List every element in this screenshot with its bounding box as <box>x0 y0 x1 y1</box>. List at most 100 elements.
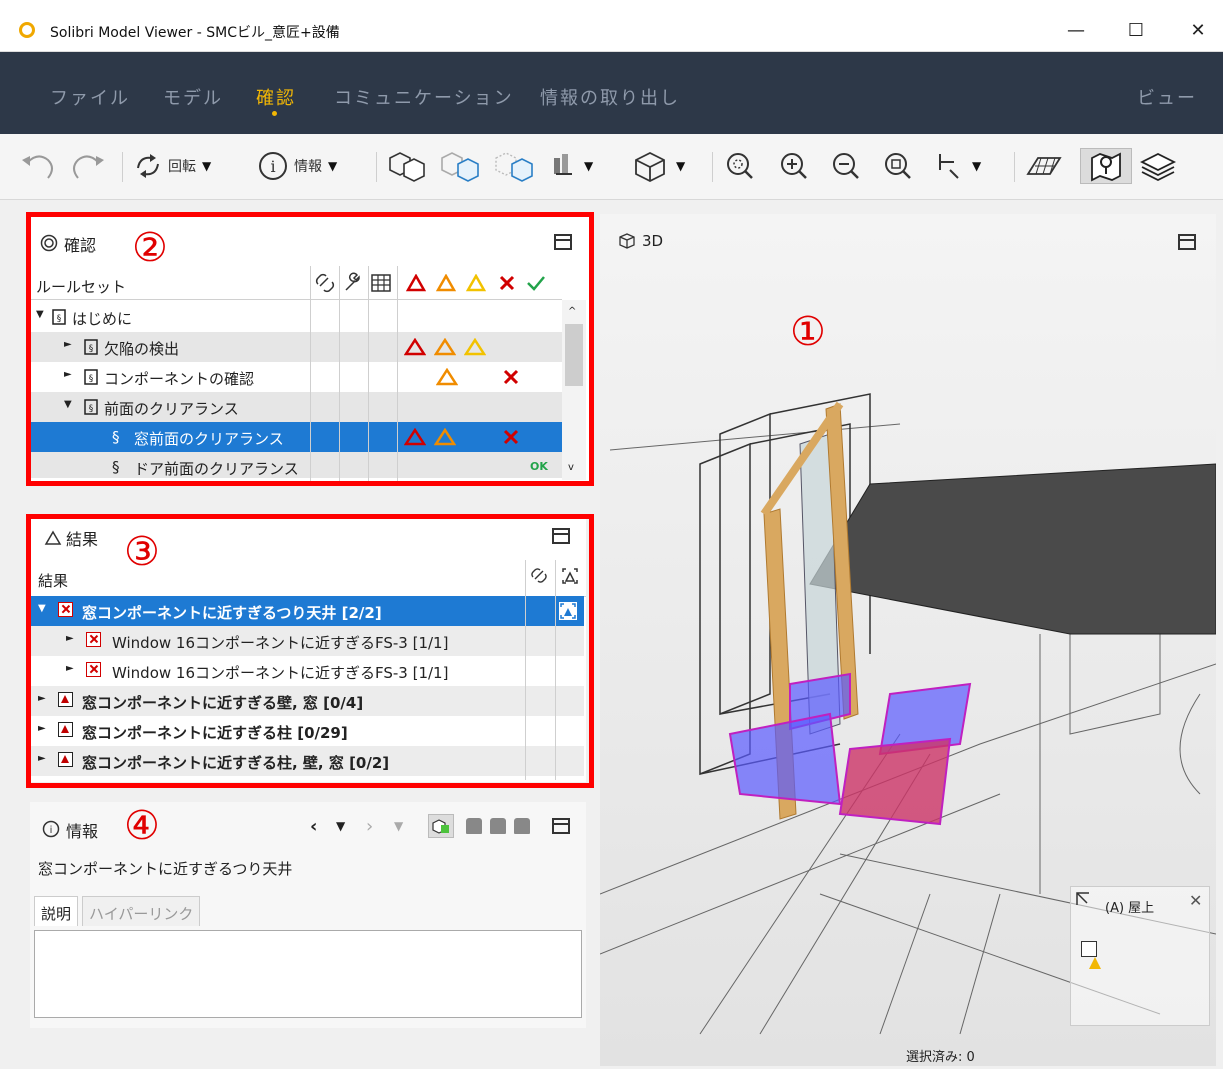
result-row[interactable]: ► Window 16コンポーネントに近すぎるFS-3 [1/1] <box>30 626 584 656</box>
camera-direction-icon <box>1089 957 1101 969</box>
expand-icon[interactable]: ▼ <box>64 399 72 410</box>
minimap[interactable]: (A) 屋上 ✕ <box>1070 886 1210 1026</box>
expand-icon[interactable]: ► <box>64 339 72 350</box>
close-minimap-icon[interactable]: ✕ <box>1189 891 1202 910</box>
svg-text:i: i <box>270 157 275 176</box>
result-group-row[interactable]: ► 窓コンポーネントに近すぎる壁, 窓 [0/4] <box>30 686 584 716</box>
zoom-out-icon[interactable] <box>830 148 862 184</box>
camera-position-icon[interactable] <box>1081 941 1097 957</box>
maximize-panel-icon[interactable] <box>552 818 570 834</box>
info-button[interactable]: i 情報 ▼ <box>258 148 337 184</box>
rule-row-selected[interactable]: § 窓前面のクリアランス <box>30 422 562 452</box>
rejected-result-icon <box>86 632 101 647</box>
expand-icon[interactable]: ► <box>64 369 72 380</box>
menu-information-takeoff[interactable]: 情報の取り出し <box>540 84 680 110</box>
result-label: 窓コンポーネントに近すぎる柱, 壁, 窓 [0/2] <box>82 754 390 772</box>
critical-issue-icon <box>58 722 73 737</box>
expand-icon[interactable]: ► <box>38 753 46 764</box>
ruleset-row[interactable]: ► § コンポーネントの確認 <box>30 362 562 392</box>
bucket-icon[interactable] <box>490 818 506 834</box>
result-label: Window 16コンポーネントに近すぎるFS-3 [1/1] <box>112 664 449 682</box>
maximize-panel-icon[interactable] <box>1178 234 1196 250</box>
tab-hyperlinks[interactable]: ハイパーリンク <box>82 896 201 926</box>
expand-icon[interactable]: ► <box>38 723 46 734</box>
next-icon[interactable]: › <box>366 816 373 837</box>
ruleset-row[interactable]: ▼ § はじめに <box>30 302 562 332</box>
zoom-in-icon[interactable] <box>778 148 810 184</box>
tab-description[interactable]: 説明 <box>34 896 79 926</box>
view-3d-panel[interactable]: 3D ① (A) 屋上 ✕ <box>600 214 1216 1066</box>
maximize-panel-icon[interactable] <box>552 528 570 544</box>
rotate-button[interactable]: 回転 ▼ <box>134 148 211 184</box>
rejected-result-icon <box>503 369 519 385</box>
menu-model[interactable]: モデル <box>163 84 223 110</box>
isolate-selected-icon[interactable] <box>492 148 536 184</box>
minimize-button[interactable]: — <box>1056 14 1096 48</box>
view-cube-icon[interactable]: ▼ <box>630 148 685 184</box>
previous-icon[interactable]: ‹ <box>310 816 317 837</box>
menu-file[interactable]: ファイル <box>50 84 130 110</box>
moderate-result-icon <box>434 428 456 446</box>
floor-plan-map-icon[interactable] <box>1080 148 1132 184</box>
app-logo-icon <box>19 22 35 38</box>
check-grid-scrollbar[interactable]: ^ v <box>562 300 586 480</box>
result-group-row-selected[interactable]: ▼ 窓コンポーネントに近すぎるつり天井 [2/2] <box>30 596 584 626</box>
next-dropdown-icon[interactable]: ▼ <box>394 819 403 833</box>
menu-communication[interactable]: コミュニケーション <box>334 84 514 110</box>
description-textarea[interactable] <box>34 930 582 1018</box>
maximize-panel-icon[interactable] <box>554 234 572 250</box>
ruleset-icon: § <box>52 309 66 325</box>
check-panel-header: 確認 <box>30 214 592 258</box>
expand-icon[interactable]: ► <box>66 663 74 674</box>
menu-check[interactable]: 確認 <box>256 84 296 110</box>
viewpoint-icon[interactable] <box>558 601 578 621</box>
undo-icon[interactable] <box>18 148 58 184</box>
view-3d-title: 3D <box>642 232 664 250</box>
show-selected-icon[interactable] <box>438 148 482 184</box>
rejected-filter-icon <box>499 275 515 291</box>
zoom-selected-icon[interactable] <box>882 148 914 184</box>
expand-icon[interactable]: ► <box>38 693 46 704</box>
result-group-row[interactable]: ► 窓コンポーネントに近すぎる柱, 壁, 窓 [0/2] <box>30 746 584 776</box>
maximize-button[interactable]: ☐ <box>1116 14 1156 48</box>
result-group-row[interactable]: ► 窓コンポーネントに近すぎる柱 [0/29] <box>30 716 584 746</box>
results-panel-title: 結果 <box>66 530 99 549</box>
zoom-fit-icon[interactable] <box>724 148 756 184</box>
components-toggle-icon[interactable] <box>428 814 454 838</box>
result-row[interactable]: ► Window 16コンポーネントに近すぎるFS-3 [1/1] <box>30 656 584 686</box>
minimap-corner-icon <box>1076 892 1089 905</box>
visibility-options-icon[interactable]: ▼ <box>548 148 593 184</box>
expand-icon[interactable]: ▼ <box>36 309 44 320</box>
check-icon <box>40 234 58 252</box>
annotation-marker-2: ② <box>132 225 168 271</box>
svg-text:§: § <box>57 314 62 324</box>
info-icon: i <box>42 820 60 838</box>
link-icon <box>531 568 547 583</box>
minimap-floor-label: (A) 屋上 <box>1105 901 1155 916</box>
bucket-icon[interactable] <box>514 818 530 834</box>
ruleset-label: 欠陥の検出 <box>104 340 180 358</box>
redo-icon[interactable] <box>68 148 108 184</box>
rule-row[interactable]: § ドア前面のクリアランス OK <box>30 452 562 478</box>
ruleset-row[interactable]: ► § 欠陥の検出 <box>30 332 562 362</box>
accepted-filter-icon <box>527 276 545 291</box>
section-plane-icon[interactable] <box>1024 148 1064 184</box>
menu-bar: ファイル モデル 確認 コミュニケーション 情報の取り出し ビュー <box>0 52 1223 134</box>
ruleset-row[interactable]: ▼ § 前面のクリアランス <box>30 392 562 422</box>
selection-status: 選択済み: 0 <box>906 1050 975 1065</box>
cube-icon <box>619 233 635 249</box>
show-all-components-icon[interactable] <box>386 148 426 184</box>
history-dropdown-icon[interactable]: ▼ <box>336 819 345 833</box>
menu-view[interactable]: ビュー <box>1137 84 1197 110</box>
close-button[interactable]: ✕ <box>1178 14 1218 48</box>
expand-icon[interactable]: ► <box>66 633 74 644</box>
rejected-result-icon <box>58 602 73 617</box>
layers-icon[interactable] <box>1138 148 1178 184</box>
bucket-icon[interactable] <box>466 818 482 834</box>
rejected-result-icon <box>86 662 101 677</box>
result-label: 窓コンポーネントに近すぎる柱 [0/29] <box>82 724 348 742</box>
rotate-icon <box>137 154 159 178</box>
link-icon <box>315 273 335 293</box>
pick-mode-icon[interactable]: ▼ <box>934 148 981 184</box>
collapse-icon[interactable]: ▼ <box>38 603 46 614</box>
